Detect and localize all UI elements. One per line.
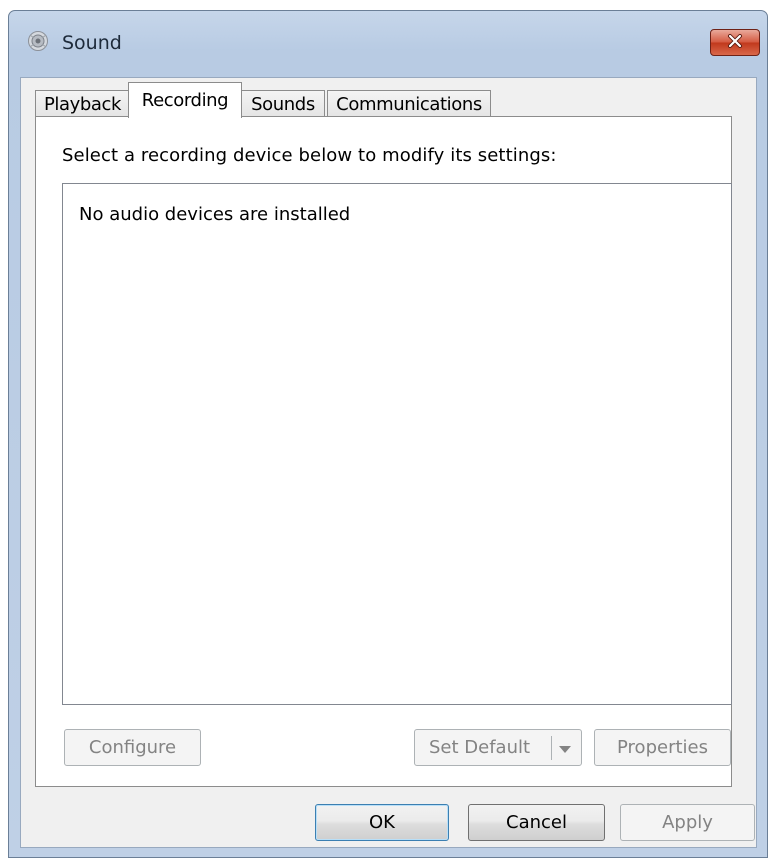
properties-label: Properties <box>617 737 708 758</box>
cancel-button[interactable]: Cancel <box>468 804 605 841</box>
tab-label: Sounds <box>251 94 315 115</box>
configure-label: Configure <box>88 737 177 758</box>
tab-sounds[interactable]: Sounds <box>241 90 325 118</box>
cancel-label: Cancel <box>506 812 567 833</box>
properties-button[interactable]: Properties <box>594 729 731 766</box>
close-icon <box>727 33 743 52</box>
empty-list-message: No audio devices are installed <box>79 204 351 225</box>
speaker-icon <box>27 30 49 52</box>
configure-button[interactable]: Configure <box>64 729 201 766</box>
tab-label: Recording <box>141 90 229 111</box>
window-title: Sound <box>62 32 122 54</box>
apply-button[interactable]: Apply <box>620 804 755 841</box>
tab-label: Playback <box>43 94 122 115</box>
title-bar[interactable]: Sound <box>9 11 767 77</box>
set-default-label: Set Default <box>429 737 531 758</box>
tab-playback[interactable]: Playback <box>35 90 130 118</box>
apply-label: Apply <box>662 812 713 833</box>
tab-label: Communications <box>336 94 482 115</box>
split-separator <box>551 736 552 760</box>
instruction-text: Select a recording device below to modif… <box>62 145 557 166</box>
ok-button[interactable]: OK <box>315 804 449 841</box>
recording-panel: Select a recording device below to modif… <box>35 116 732 787</box>
ok-label: OK <box>369 812 395 833</box>
sound-dialog: Sound Playback Recording Sounds Communic… <box>8 10 768 858</box>
set-default-button[interactable]: Set Default <box>414 729 582 766</box>
chevron-down-icon[interactable] <box>557 740 573 761</box>
dialog-client-area: Playback Recording Sounds Communications… <box>20 77 757 848</box>
tab-communications[interactable]: Communications <box>327 90 491 118</box>
recording-device-list[interactable]: No audio devices are installed <box>62 183 732 705</box>
tab-recording[interactable]: Recording <box>128 82 242 118</box>
close-button[interactable] <box>710 29 760 56</box>
